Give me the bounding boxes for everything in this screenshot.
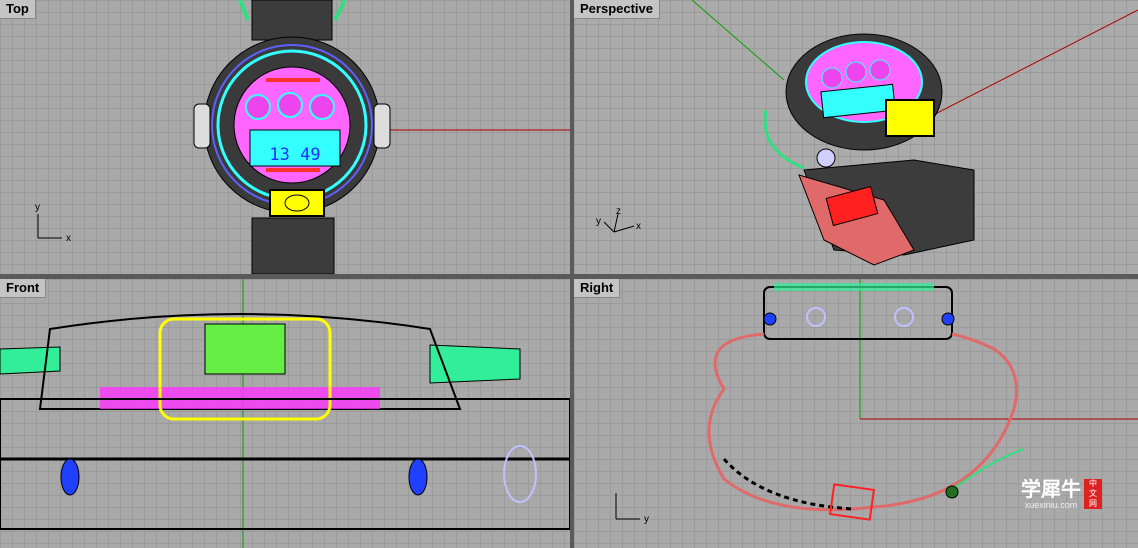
watermark-brand: 学犀牛 (1021, 477, 1081, 501)
axis-icon: x y z (596, 206, 641, 233)
viewport-title-right[interactable]: Right (574, 279, 621, 298)
svg-text:y: y (596, 216, 601, 227)
watermark-seal: 中 文 网 (1084, 479, 1102, 509)
pin-right (408, 458, 428, 496)
viewport-title-top[interactable]: Top (0, 0, 36, 19)
svg-text:x: x (636, 221, 641, 232)
viewport-title-front[interactable]: Front (0, 279, 47, 298)
svg-text:y: y (35, 202, 40, 213)
viewport-front[interactable]: Front (0, 279, 570, 548)
svg-text:z: z (616, 206, 621, 217)
crown-front (503, 445, 537, 503)
strap-bottom (251, 217, 335, 274)
viewport-perspective[interactable]: Perspective x y z (574, 0, 1138, 274)
yellow-badge (269, 189, 325, 217)
side-button-right (373, 103, 391, 149)
viewport-title-perspective[interactable]: Perspective (574, 0, 660, 19)
svg-text:x: x (66, 233, 71, 244)
viewport-top[interactable]: Top 13 49 x y (0, 0, 570, 274)
viewport-right[interactable]: Right y 学犀牛 xuexiniu.com 中 文 网 (574, 279, 1138, 548)
buckle-right (828, 483, 876, 521)
front-view-canvas (0, 279, 570, 548)
watermark-logo: 学犀牛 xuexiniu.com 中 文 网 (1021, 478, 1102, 510)
pin-left (60, 458, 80, 496)
perspective-view-canvas: x y z (596, 0, 1138, 266)
strap-top (251, 0, 333, 41)
side-button-left (193, 103, 211, 149)
center-block (204, 323, 286, 375)
case-right (763, 286, 953, 340)
watermark-url: xuexiniu.com (1024, 500, 1078, 510)
top-view-canvas: 13 49 x y (35, 0, 570, 274)
yellow-badge-perspective (885, 99, 935, 137)
lcd-time: 13 49 (269, 145, 320, 165)
axis-icon: x y (35, 202, 71, 244)
axis-icon: y (615, 493, 649, 525)
svg-text:y: y (644, 514, 649, 525)
